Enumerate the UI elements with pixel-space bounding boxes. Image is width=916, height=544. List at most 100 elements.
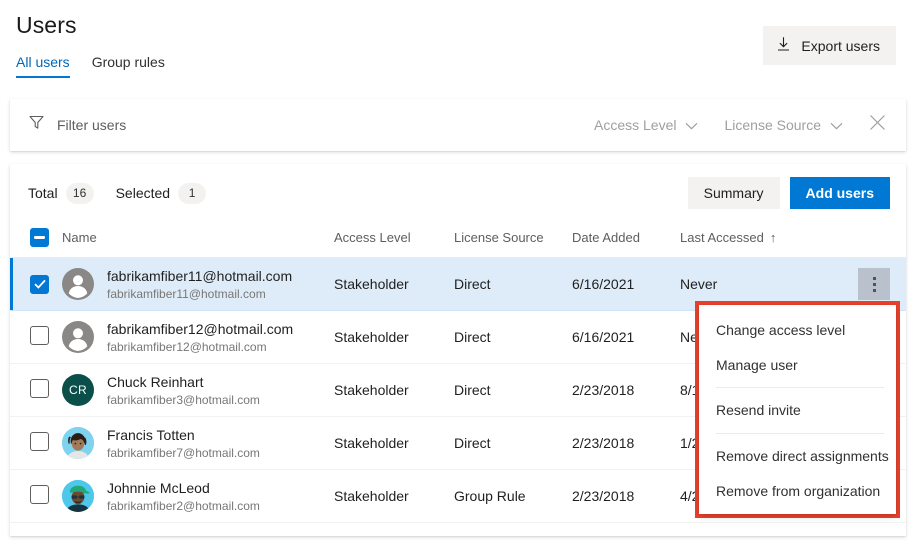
summary-button[interactable]: Summary xyxy=(688,177,780,209)
avatar xyxy=(62,268,94,300)
th-last-accessed-label: Last Accessed xyxy=(680,230,764,245)
select-all-checkbox[interactable] xyxy=(30,228,49,247)
avatar xyxy=(62,480,94,512)
user-display-name: fabrikamfiber12@hotmail.com xyxy=(107,320,293,338)
selected-label: Selected xyxy=(116,185,170,201)
row-access-level: Stakeholder xyxy=(334,311,454,364)
menu-item-label: Remove direct assignments xyxy=(716,448,889,464)
clear-filters-button[interactable] xyxy=(869,114,886,136)
th-select-all xyxy=(10,222,62,258)
filter-icon xyxy=(28,114,45,136)
selected-count-badge: 1 xyxy=(178,183,206,204)
chevron-down-icon xyxy=(830,117,843,133)
export-users-button[interactable]: Export users xyxy=(763,26,896,65)
row-date-added: 2/23/2018 xyxy=(572,417,680,470)
tab-all-users[interactable]: All users xyxy=(16,54,70,78)
row-date-added: 6/16/2021 xyxy=(572,311,680,364)
tab-all-users-label: All users xyxy=(16,54,70,70)
sort-ascending-icon: ↑ xyxy=(770,230,777,245)
th-date-added[interactable]: Date Added xyxy=(572,222,680,258)
user-display-name: Chuck Reinhart xyxy=(107,373,260,391)
th-access-level-label: Access Level xyxy=(334,230,411,245)
download-icon xyxy=(776,36,791,55)
users-table-head: Name Access Level License Source Date Ad… xyxy=(10,222,906,258)
menu-item-label: Manage user xyxy=(716,357,798,373)
menu-separator xyxy=(716,387,884,388)
row-checkbox-cell xyxy=(10,258,62,311)
total-count-badge: 16 xyxy=(66,183,94,204)
dot xyxy=(873,283,876,286)
tab-group-rules[interactable]: Group rules xyxy=(92,54,165,78)
user-email: fabrikamfiber11@hotmail.com xyxy=(107,286,292,302)
row-context-menu: Change access level Manage user Resend i… xyxy=(699,305,896,514)
th-access-level[interactable]: Access Level xyxy=(334,222,454,258)
row-name-cell: CR Chuck Reinhart fabrikamfiber3@hotmail… xyxy=(62,364,334,417)
row-access-level: Stakeholder xyxy=(334,258,454,311)
menu-item-label: Resend invite xyxy=(716,402,801,418)
row-checkbox-cell xyxy=(10,417,62,470)
row-license-source: Direct xyxy=(454,258,572,311)
th-license-source[interactable]: License Source xyxy=(454,222,572,258)
row-name-cell: fabrikamfiber12@hotmail.com fabrikamfibe… xyxy=(62,311,334,364)
selected-count-group: Selected 1 xyxy=(116,183,206,204)
row-last-accessed: Never xyxy=(680,276,717,292)
menu-item-remove-from-organization[interactable]: Remove from organization xyxy=(699,473,896,508)
row-date-added: 2/23/2018 xyxy=(572,470,680,523)
row-checkbox[interactable] xyxy=(30,326,49,345)
menu-item-manage-user[interactable]: Manage user xyxy=(699,348,896,383)
user-display-name: fabrikamfiber11@hotmail.com xyxy=(107,267,292,285)
tab-group-rules-label: Group rules xyxy=(92,54,165,70)
row-license-source: Group Rule xyxy=(454,470,572,523)
tab-bar: All users Group rules Export users xyxy=(0,40,916,78)
avatar xyxy=(62,321,94,353)
users-toolbar: Total 16 Selected 1 Summary Add users xyxy=(10,164,906,222)
user-email: fabrikamfiber3@hotmail.com xyxy=(107,392,260,408)
total-count-group: Total 16 xyxy=(28,183,94,204)
row-context-menu-highlight: Change access level Manage user Resend i… xyxy=(695,301,900,518)
user-email: fabrikamfiber7@hotmail.com xyxy=(107,445,260,461)
menu-item-label: Remove from organization xyxy=(716,483,880,499)
filter-users-input[interactable]: Filter users xyxy=(57,117,126,133)
filter-dropdowns: Access Level License Source xyxy=(594,114,906,136)
chevron-down-icon xyxy=(685,117,698,133)
row-checkbox-cell xyxy=(10,364,62,417)
avatar-initials: CR xyxy=(69,383,87,397)
row-date-added: 2/23/2018 xyxy=(572,364,680,417)
dot xyxy=(873,289,876,292)
filter-bar: Filter users Access Level License Source xyxy=(10,99,906,151)
user-display-name: Johnnie McLeod xyxy=(107,479,260,497)
user-email: fabrikamfiber12@hotmail.com xyxy=(107,339,293,355)
menu-item-remove-direct-assignments[interactable]: Remove direct assignments xyxy=(699,439,896,474)
row-name-cell: fabrikamfiber11@hotmail.com fabrikamfibe… xyxy=(62,258,334,311)
row-date-added: 6/16/2021 xyxy=(572,258,680,311)
row-checkbox[interactable] xyxy=(30,485,49,504)
row-access-level: Stakeholder xyxy=(334,364,454,417)
avatar xyxy=(62,427,94,459)
row-access-level: Stakeholder xyxy=(334,417,454,470)
row-name-cell: Francis Totten fabrikamfiber7@hotmail.co… xyxy=(62,417,334,470)
close-icon xyxy=(869,114,886,136)
menu-item-resend-invite[interactable]: Resend invite xyxy=(699,393,896,428)
more-vertical-icon[interactable] xyxy=(858,268,890,300)
row-checkbox[interactable] xyxy=(30,432,49,451)
license-source-filter[interactable]: License Source xyxy=(724,117,843,133)
total-label: Total xyxy=(28,185,58,201)
add-users-button[interactable]: Add users xyxy=(790,177,890,209)
row-name-cell: Johnnie McLeod fabrikamfiber2@hotmail.co… xyxy=(62,470,334,523)
table-header-row: Name Access Level License Source Date Ad… xyxy=(10,222,906,258)
access-level-filter[interactable]: Access Level xyxy=(594,117,698,133)
th-last-accessed[interactable]: Last Accessed ↑ xyxy=(680,222,906,258)
th-name[interactable]: Name xyxy=(62,222,334,258)
menu-item-change-access-level[interactable]: Change access level xyxy=(699,313,896,348)
menu-separator xyxy=(716,433,884,434)
user-email: fabrikamfiber2@hotmail.com xyxy=(107,498,260,514)
row-checkbox[interactable] xyxy=(30,275,49,294)
license-source-filter-label: License Source xyxy=(724,117,821,133)
export-users-label: Export users xyxy=(801,38,880,54)
filter-input-group[interactable]: Filter users xyxy=(10,114,126,136)
row-access-level: Stakeholder xyxy=(334,470,454,523)
row-checkbox[interactable] xyxy=(30,379,49,398)
row-license-source: Direct xyxy=(454,417,572,470)
avatar: CR xyxy=(62,374,94,406)
menu-item-label: Change access level xyxy=(716,322,845,338)
